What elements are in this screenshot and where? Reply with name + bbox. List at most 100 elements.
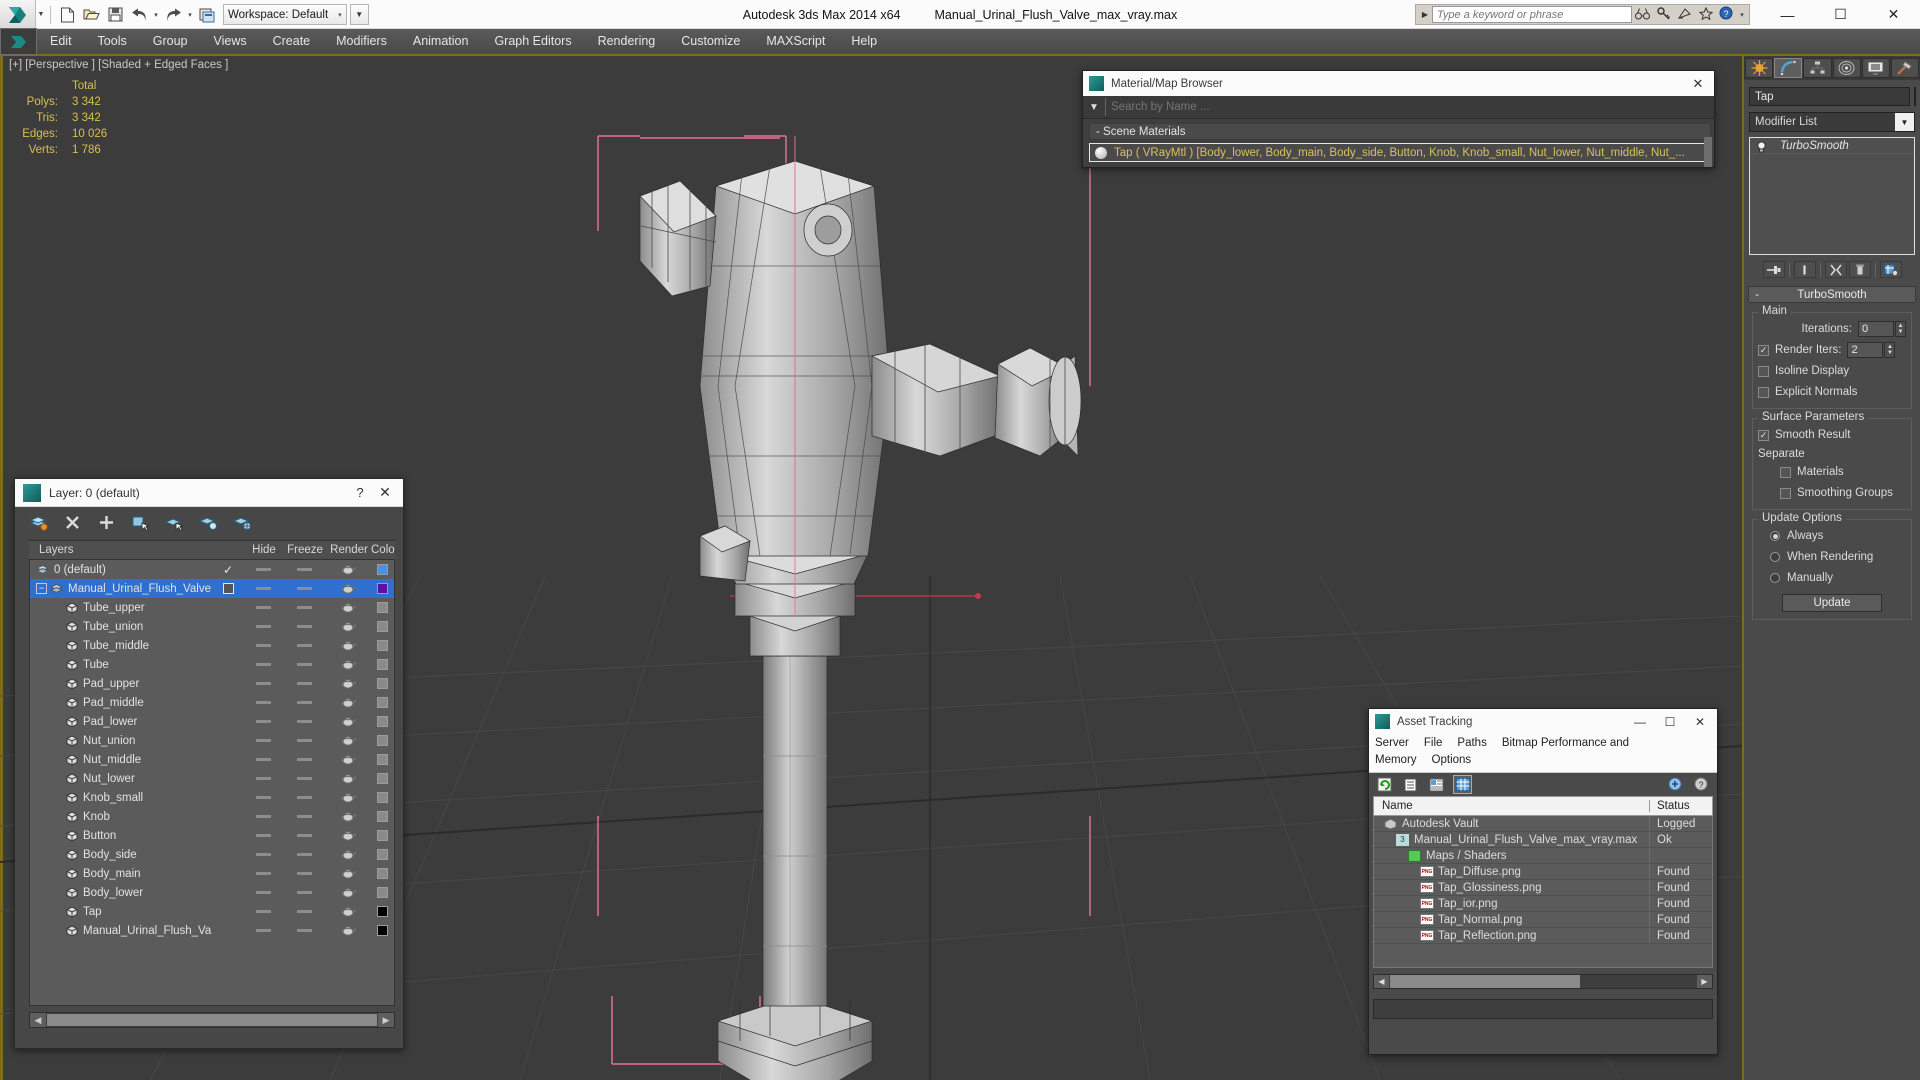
layer-hide-cell[interactable] (244, 853, 282, 856)
layer-hide-cell[interactable] (244, 682, 282, 685)
asset-row[interactable]: PNG Tap_Diffuse.png Found (1374, 863, 1712, 880)
layer-color-cell[interactable] (370, 678, 394, 689)
keyword-search-box[interactable]: ▶ ? ▾ (1415, 4, 1750, 25)
asset-minimize-button[interactable]: — (1625, 715, 1655, 729)
layer-freeze-cell[interactable] (282, 568, 326, 571)
layer-hide-cell[interactable] (244, 663, 282, 666)
motion-tab[interactable] (1832, 58, 1861, 78)
layer-name-cell[interactable]: − Manual_Urinal_Flush_Valve (30, 583, 212, 595)
iterations-value[interactable]: 0 (1858, 321, 1894, 337)
menu-app-logo-icon[interactable] (0, 28, 37, 55)
asset-row[interactable]: PNG Tap_Reflection.png Found (1374, 927, 1712, 944)
material-search-bar[interactable]: ▼ (1083, 96, 1714, 119)
layer-hide-cell[interactable] (244, 625, 282, 628)
search-input[interactable] (1432, 6, 1632, 23)
layer-color-swatch[interactable] (376, 640, 388, 651)
menu-item-views[interactable]: Views (200, 28, 259, 55)
asset-name-cell[interactable]: PNG Tap_Glossiness.png (1374, 882, 1649, 894)
layer-color-cell[interactable] (370, 868, 394, 879)
delete-layer-icon[interactable] (63, 513, 82, 532)
layer-name-cell[interactable]: Nut_middle (30, 754, 212, 766)
layer-color-swatch[interactable] (376, 830, 388, 841)
layer-freeze-cell[interactable] (282, 625, 326, 628)
asset-row[interactable]: 3 Manual_Urinal_Flush_Valve_max_vray.max O… (1374, 831, 1712, 848)
layer-color-cell[interactable] (370, 583, 394, 594)
layer-freeze-cell[interactable] (282, 644, 326, 647)
layer-freeze-cell[interactable] (282, 720, 326, 723)
layer-color-cell[interactable] (370, 830, 394, 841)
isoline-display-row[interactable]: Isoline Display (1758, 362, 1906, 380)
layer-name-cell[interactable]: 0 (default) (30, 564, 212, 576)
open-file-icon[interactable] (79, 3, 103, 26)
asset-scroll-right-icon[interactable]: ▶ (1697, 975, 1712, 988)
refresh-icon[interactable] (1375, 775, 1394, 794)
layer-expander-icon[interactable]: − (36, 583, 47, 594)
layer-render-cell[interactable] (326, 811, 370, 822)
asset-close-button[interactable]: ✕ (1685, 715, 1715, 729)
asset-scroll-thumb[interactable] (1390, 975, 1580, 988)
layer-name-cell[interactable]: Nut_lower (30, 773, 212, 785)
layer-color-cell[interactable] (370, 564, 394, 575)
layer-freeze-cell[interactable] (282, 758, 326, 761)
layer-name-cell[interactable]: Knob_small (30, 792, 212, 804)
hide-toggle-icon[interactable] (255, 758, 271, 761)
layer-color-swatch[interactable] (376, 868, 388, 879)
layer-color-cell[interactable] (370, 735, 394, 746)
update-button[interactable]: Update (1782, 594, 1882, 612)
when-rendering-radio[interactable] (1770, 552, 1780, 562)
layer-name-cell[interactable]: Tube_middle (30, 640, 212, 652)
layer-color-cell[interactable] (370, 849, 394, 860)
scroll-right-icon[interactable]: ▶ (378, 1013, 394, 1027)
layer-row[interactable]: Knob (30, 807, 394, 826)
layer-freeze-cell[interactable] (282, 663, 326, 666)
layer-hide-cell[interactable] (244, 834, 282, 837)
layer-color-cell[interactable] (370, 602, 394, 613)
menu-item-tools[interactable]: Tools (85, 28, 140, 55)
layer-hide-cell[interactable] (244, 815, 282, 818)
freeze-toggle-icon[interactable] (296, 606, 312, 609)
layer-color-cell[interactable] (370, 697, 394, 708)
asset-menu-server[interactable]: Server (1375, 737, 1409, 749)
asset-menu-bitmap-performance-and-memory[interactable]: Bitmap Performance and Memory (1375, 737, 1629, 766)
display-tab[interactable] (1861, 58, 1890, 78)
undo-icon[interactable] (127, 3, 151, 26)
undo-dropdown-icon[interactable]: ▾ (151, 11, 161, 19)
layer-color-cell[interactable] (370, 621, 394, 632)
menu-item-help[interactable]: Help (838, 28, 890, 55)
layer-name-cell[interactable]: Button (30, 830, 212, 842)
hide-toggle-icon[interactable] (255, 587, 271, 590)
layer-render-cell[interactable] (326, 602, 370, 613)
layer-row[interactable]: Body_side (30, 845, 394, 864)
show-end-result-icon[interactable] (1793, 261, 1816, 278)
project-folder-icon[interactable] (195, 3, 219, 26)
layer-color-swatch[interactable] (376, 716, 388, 727)
layer-list[interactable]: 0 (default) ✓ − Manual_Urinal_Flush_Valve Tu… (29, 560, 395, 1006)
layer-freeze-cell[interactable] (282, 853, 326, 856)
app-menu-chevron-icon[interactable]: ▼ (36, 11, 46, 18)
create-new-layer-icon[interactable] (29, 513, 48, 532)
freeze-toggle-icon[interactable] (296, 891, 312, 894)
layer-freeze-cell[interactable] (282, 872, 326, 875)
object-name-input[interactable] (1749, 87, 1910, 106)
layer-render-cell[interactable] (326, 735, 370, 746)
freeze-toggle-icon[interactable] (296, 720, 312, 723)
redo-icon[interactable] (161, 3, 185, 26)
layer-current-cell[interactable] (212, 583, 244, 594)
layer-help-button[interactable]: ? (349, 485, 371, 500)
redo-dropdown-icon[interactable]: ▾ (185, 11, 195, 19)
layer-color-cell[interactable] (370, 925, 394, 936)
layer-freeze-cell[interactable] (282, 834, 326, 837)
asset-name-cell[interactable]: PNG Tap_Diffuse.png (1374, 866, 1649, 878)
material-map-browser-dialog[interactable]: Material/Map Browser ✕ ▼ - Scene Materia… (1082, 70, 1715, 168)
smooth-result-checkbox[interactable]: ✓ (1758, 429, 1769, 441)
hide-toggle-icon[interactable] (255, 625, 271, 628)
layer-row[interactable]: Tube_upper (30, 598, 394, 617)
layer-render-cell[interactable] (326, 887, 370, 898)
hide-toggle-icon[interactable] (255, 891, 271, 894)
layer-horizontal-scrollbar[interactable]: ◀ ▶ (29, 1012, 395, 1028)
layer-freeze-cell[interactable] (282, 606, 326, 609)
layer-freeze-cell[interactable] (282, 587, 326, 590)
menu-item-group[interactable]: Group (140, 28, 201, 55)
menu-item-rendering[interactable]: Rendering (585, 28, 669, 55)
layer-hide-cell[interactable] (244, 739, 282, 742)
